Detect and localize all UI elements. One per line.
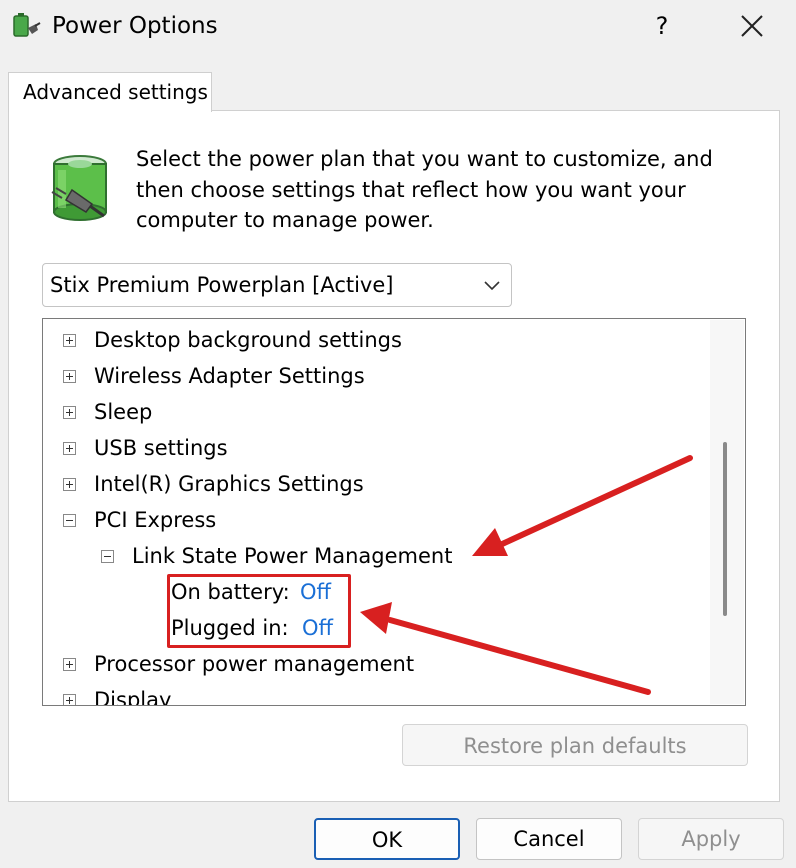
tree-scrollbar[interactable] [710, 320, 744, 704]
tree-item-label: Desktop background settings [94, 328, 402, 352]
expand-icon[interactable] [63, 694, 76, 705]
expand-icon[interactable] [63, 658, 76, 671]
expand-icon[interactable] [63, 406, 76, 419]
tab-advanced-settings[interactable]: Advanced settings [8, 72, 212, 112]
description-text: Select the power plan that you want to c… [136, 147, 713, 232]
cancel-button[interactable]: Cancel [476, 818, 622, 860]
power-options-icon [10, 10, 42, 42]
close-icon [741, 15, 763, 37]
annotation-highlight-box [167, 574, 351, 648]
expand-icon[interactable] [63, 334, 76, 347]
window-title: Power Options [52, 13, 218, 39]
collapse-icon[interactable] [63, 514, 76, 527]
settings-tree[interactable]: Desktop background settings Wireless Ada… [42, 318, 746, 706]
close-button[interactable] [728, 4, 776, 48]
ok-button[interactable]: OK [314, 818, 460, 860]
expand-icon[interactable] [63, 442, 76, 455]
collapse-icon[interactable] [101, 550, 114, 563]
tree-item-label: Wireless Adapter Settings [94, 364, 365, 388]
battery-plug-icon [48, 150, 118, 226]
tree-item-label: Sleep [94, 400, 153, 424]
selected-plan: Stix Premium Powerplan [Active] [50, 273, 394, 297]
chevron-down-icon [483, 277, 501, 293]
tree-item-label: PCI Express [94, 508, 217, 532]
power-plan-select[interactable]: Stix Premium Powerplan [Active] [42, 263, 512, 307]
restore-plan-defaults-button[interactable]: Restore plan defaults [402, 724, 748, 766]
expand-icon[interactable] [63, 478, 76, 491]
tree-item-label: USB settings [94, 436, 228, 460]
title-bar: Power Options ? [0, 0, 796, 52]
scrollbar-thumb[interactable] [723, 442, 727, 616]
tree-item-label: Intel(R) Graphics Settings [94, 472, 364, 496]
tree-item-label: Display [94, 688, 172, 706]
tree-item-label: Link State Power Management [132, 544, 453, 568]
tree-item-label: Processor power management [94, 652, 415, 676]
expand-icon[interactable] [63, 370, 76, 383]
help-button[interactable]: ? [640, 4, 684, 48]
apply-button[interactable]: Apply [638, 818, 784, 860]
tab-label: Advanced settings [23, 80, 208, 104]
